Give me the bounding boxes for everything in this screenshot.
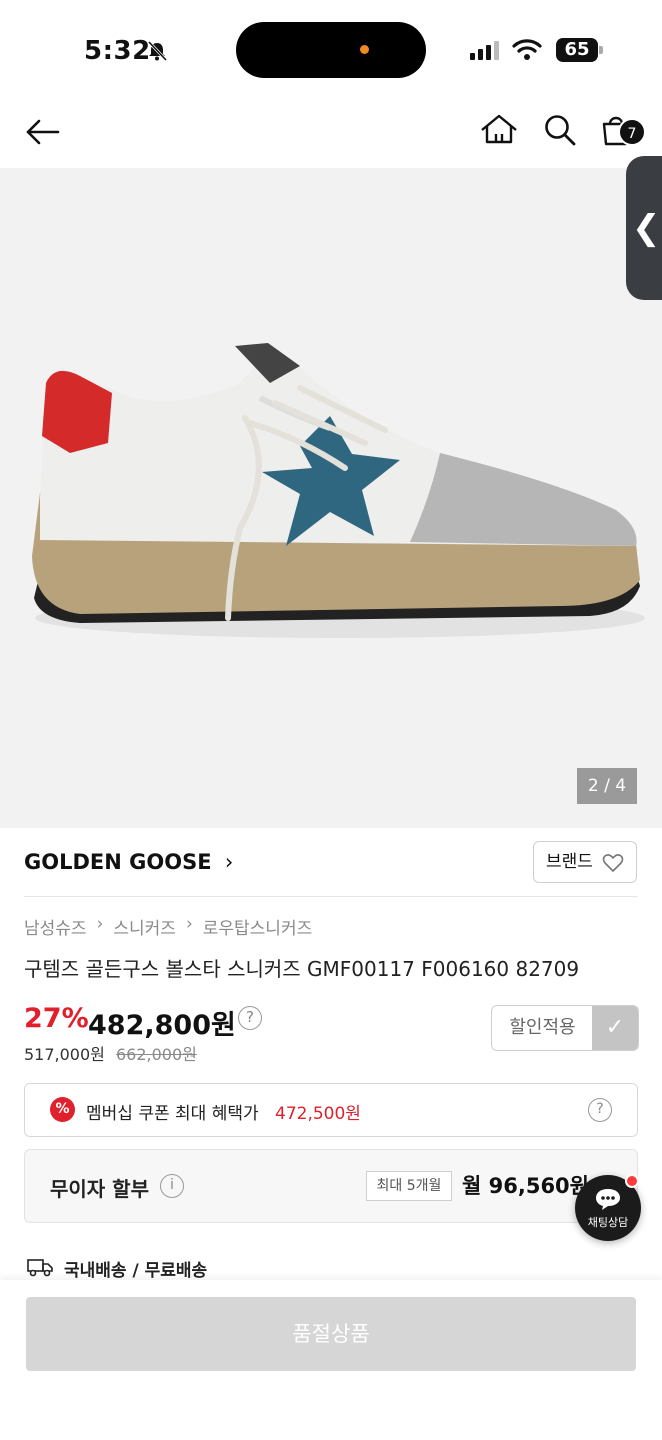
battery-indicator: 65 [556,38,598,62]
chevron-right-icon: › [96,914,104,934]
brand-like-button[interactable]: 브랜드 [533,841,637,883]
chevron-left-icon[interactable]: ❮ [632,208,661,248]
image-counter: 2 / 4 [577,768,637,804]
installment-monthly-amount: 월 96,560원 [462,1174,589,1198]
status-time: 5:32 [84,36,151,66]
coupon-text: 멤버십 쿠폰 최대 혜택가 [86,1104,259,1124]
sold-out-button[interactable]: 품절상품 [26,1297,636,1371]
home-icon[interactable] [478,110,520,150]
help-icon[interactable]: ? [588,1098,612,1122]
checkmark-icon: ✓ [592,1006,638,1050]
breadcrumb-item-lowtop-sneakers[interactable]: 로우탑스니커즈 [203,914,312,939]
cellular-signal-icon [470,41,499,60]
sale-price: 482,800원 [88,1010,236,1041]
cart-count-badge: 7 [618,118,646,146]
breadcrumb: 남성슈즈 › 스니커즈 › 로우탑스니커즈 [24,914,312,939]
coupon-amount: 472,500원 [275,1104,361,1124]
brand-link[interactable]: GOLDEN GOOSE › [24,850,233,874]
member-price: 517,000원 [24,1045,105,1064]
info-icon[interactable]: i [160,1174,184,1198]
shipping-info: 국내배송 / 무료배송 [64,1261,208,1281]
help-icon[interactable]: ? [238,1006,262,1030]
brand-like-label: 브랜드 [546,852,593,872]
apply-discount-toggle[interactable]: 할인적용 ✓ [491,1005,639,1051]
apply-discount-label: 할인적용 [509,1017,576,1038]
breadcrumb-item-mens-shoes[interactable]: 남성슈즈 [24,914,87,939]
product-title: 구템즈 골든구스 볼스타 스니커즈 GMF00117 F006160 82709 [24,957,580,981]
privacy-indicator [360,45,369,54]
bell-muted-icon [147,40,168,62]
chevron-right-icon: › [224,850,234,874]
breadcrumb-item-sneakers[interactable]: 스니커즈 [113,914,176,939]
product-image-gallery[interactable] [0,168,662,828]
percent-badge-icon: % [50,1097,75,1122]
brand-name: GOLDEN GOOSE [24,850,212,874]
chat-bubble-icon [596,1189,620,1210]
dynamic-island [236,22,426,78]
discount-rate: 27% [24,1003,89,1034]
chevron-right-icon: › [185,914,193,934]
installment-label: 무이자 할부 [50,1177,149,1201]
battery-nub [599,46,603,54]
product-image-sneaker [32,343,645,638]
heart-icon [602,854,624,872]
installment-max-months: 최대 5개월 [366,1171,452,1201]
original-price: 662,000원 [116,1045,197,1064]
delivery-truck-icon [27,1259,53,1277]
back-arrow-icon[interactable] [24,112,64,152]
wifi-icon [512,39,542,60]
chat-label: 채팅상담 [587,1216,629,1229]
divider [24,896,638,897]
notification-dot [625,1174,639,1188]
footer-safe-area [0,1388,662,1440]
search-icon[interactable] [542,112,578,148]
